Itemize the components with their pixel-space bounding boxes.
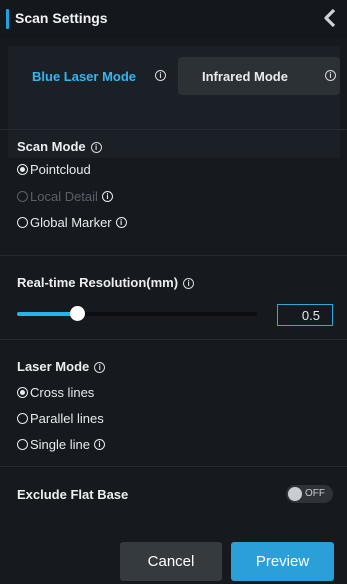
info-icon[interactable]: i: [94, 362, 106, 373]
radio-cross-lines[interactable]: Cross lines: [17, 385, 94, 400]
slider-fill: [17, 312, 72, 316]
radio-unchecked-icon[interactable]: [17, 413, 28, 424]
resolution-title-text: Real-time Resolution(mm): [17, 275, 179, 290]
exclude-flat-base-label: Exclude Flat Base: [17, 487, 129, 502]
radio-unchecked-icon[interactable]: [17, 439, 28, 450]
radio-label: Global Marker: [30, 215, 112, 230]
info-icon[interactable]: i: [325, 70, 336, 81]
resolution-value: 0.5: [301, 307, 320, 323]
radio-unchecked-icon: [17, 191, 28, 202]
info-icon[interactable]: i: [155, 70, 166, 81]
slider-thumb[interactable]: [70, 306, 85, 321]
radio-parallel-lines[interactable]: Parallel lines: [17, 411, 104, 426]
info-icon[interactable]: i: [94, 439, 105, 450]
info-icon[interactable]: i: [101, 191, 113, 202]
laser-mode-title: Laser Mode i: [17, 359, 106, 374]
scan-mode-title-text: Scan Mode: [17, 139, 86, 154]
info-icon[interactable]: i: [115, 217, 127, 228]
toggle-knob: [288, 487, 302, 501]
radio-label: Local Detail: [30, 189, 98, 204]
radio-checked-icon[interactable]: [17, 387, 28, 398]
resolution-slider[interactable]: [17, 306, 257, 321]
info-icon[interactable]: i: [90, 142, 102, 153]
radio-label: Parallel lines: [30, 411, 104, 426]
radio-single-line[interactable]: Single line i: [17, 437, 105, 452]
radio-local-detail: Local Detail i: [17, 189, 113, 204]
radio-pointcloud[interactable]: Pointcloud: [17, 162, 91, 177]
radio-label: Cross lines: [30, 385, 95, 400]
preview-button[interactable]: Preview: [231, 542, 334, 581]
panel-header: Scan Settings: [0, 0, 347, 38]
laser-mode-title-text: Laser Mode: [17, 359, 90, 374]
tab-infrared-label: Infrared Mode: [202, 68, 288, 84]
radio-label: Single line: [30, 437, 90, 452]
section-divider: [0, 129, 347, 130]
resolution-title: Real-time Resolution(mm) i: [17, 275, 195, 290]
radio-global-marker[interactable]: Global Marker i: [17, 215, 127, 230]
info-icon[interactable]: i: [183, 278, 195, 289]
section-divider: [0, 466, 347, 467]
exclude-flat-base-toggle[interactable]: OFF: [286, 485, 333, 503]
radio-unchecked-icon[interactable]: [17, 217, 28, 228]
scan-mode-title: Scan Mode i: [17, 139, 102, 154]
panel-title: Scan Settings: [15, 10, 108, 26]
radio-label: Pointcloud: [30, 162, 91, 177]
resolution-value-input[interactable]: 0.5: [277, 304, 333, 326]
header-accent-bar: [6, 9, 9, 29]
tab-blue-laser-mode[interactable]: Blue Laser Mode i: [8, 57, 168, 95]
section-divider: [0, 339, 347, 340]
tab-blue-laser-label: Blue Laser Mode: [32, 68, 137, 84]
tab-infrared-mode[interactable]: Infrared Mode i: [178, 57, 340, 95]
radio-checked-icon[interactable]: [17, 164, 28, 175]
section-divider: [0, 255, 347, 256]
chevron-left-icon[interactable]: [321, 8, 339, 28]
cancel-button[interactable]: Cancel: [120, 542, 222, 581]
toggle-state: OFF: [305, 488, 325, 499]
